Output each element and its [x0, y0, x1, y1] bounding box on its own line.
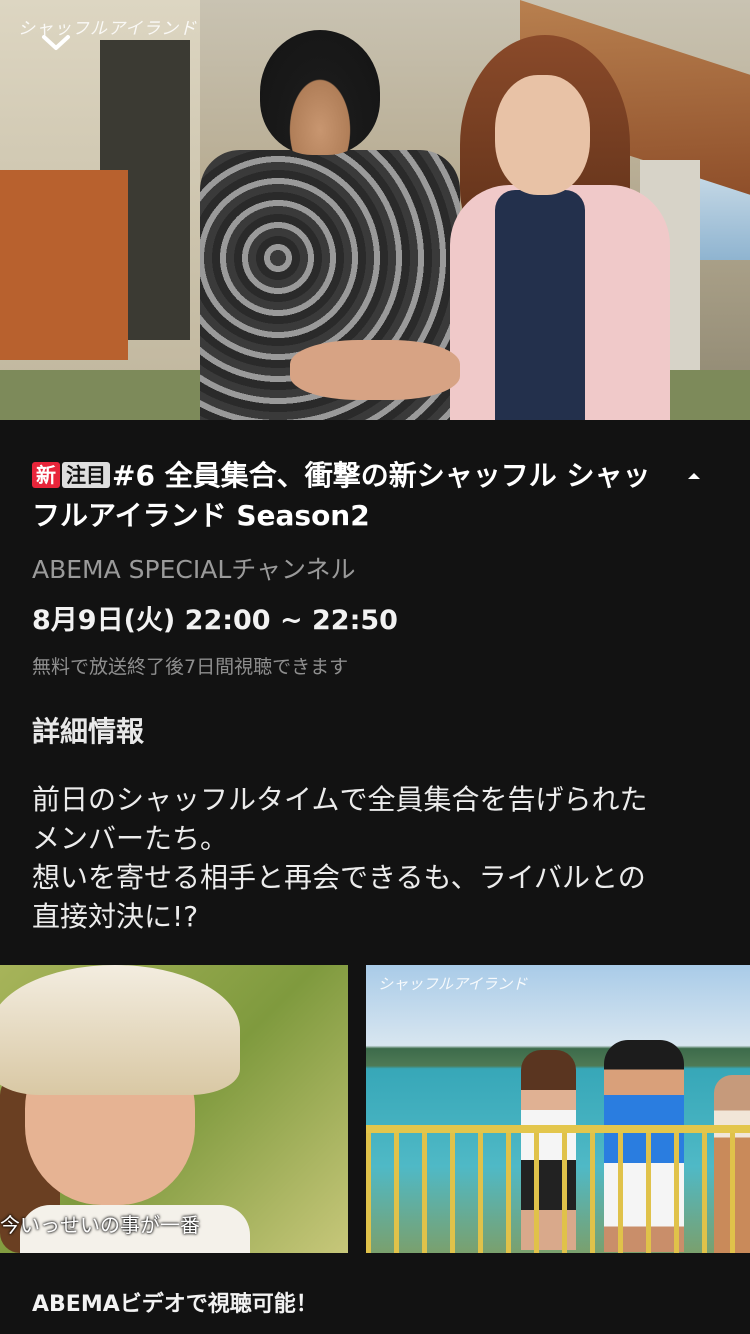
program-title: #6 全員集合、衝撃の新シャッフル シャッフルアイランド Season2 — [32, 459, 651, 532]
hero-woman-face — [495, 75, 590, 195]
broadcast-schedule: 8月9日(火) 22:00 ~ 22:50 — [32, 605, 398, 636]
thumbnail-2[interactable]: シャッフルアイランド — [366, 965, 750, 1253]
collapse-caret-icon[interactable] — [680, 464, 708, 488]
abema-video-availability: ABEMAビデオで視聴可能！ — [32, 1292, 318, 1317]
hero-image: シャッフルアイランド — [0, 0, 750, 420]
hero-hands — [290, 340, 460, 400]
hero-woman — [440, 35, 670, 420]
thumbnail-caption: 今いっせいの事が一番 — [0, 1213, 200, 1237]
thumbnail-logo: シャッフルアイランド — [378, 975, 528, 993]
program-info-panel: 新注目 #6 全員集合、衝撃の新シャッフル シャッフルアイランド Season2 … — [0, 420, 750, 965]
hero-woman-dress — [495, 190, 585, 420]
description-line: メンバーたち。 — [32, 822, 229, 855]
thumbnail-1-hat — [0, 965, 240, 1095]
thumbnail-row: 今いっせいの事が一番 シャッフルアイランド — [0, 965, 750, 1253]
chevron-down-icon[interactable] — [38, 28, 74, 58]
thumbnail-2-railing-top — [366, 1125, 750, 1133]
description-line: 前日のシャッフルタイムで全員集合を告げられた — [32, 783, 648, 816]
details-heading: 詳細情報 — [32, 715, 145, 748]
program-title-block: 新注目 #6 全員集合、衝撃の新シャッフル シャッフルアイランド Season2 — [32, 456, 662, 536]
channel-name: ABEMA SPECIALチャンネル — [32, 555, 356, 584]
thumbnail-2-railing — [366, 1125, 750, 1253]
description-line: 想いを寄せる相手と再会できるも、ライバルとの — [32, 861, 646, 894]
availability-note: 無料で放送終了後7日間視聴できます — [32, 656, 349, 678]
hero-wooden-board — [0, 170, 128, 360]
program-title-row: 新注目 #6 全員集合、衝撃の新シャッフル シャッフルアイランド Season2 — [32, 456, 662, 536]
attention-badge: 注目 — [62, 462, 110, 488]
new-badge: 新 — [32, 462, 60, 488]
thumbnail-1[interactable]: 今いっせいの事が一番 — [0, 965, 348, 1253]
hero-man-head — [260, 30, 380, 155]
description-line: 直接対決に!? — [32, 900, 199, 933]
program-description: 前日のシャッフルタイムで全員集合を告げられた メンバーたち。 想いを寄せる相手と… — [32, 780, 722, 936]
